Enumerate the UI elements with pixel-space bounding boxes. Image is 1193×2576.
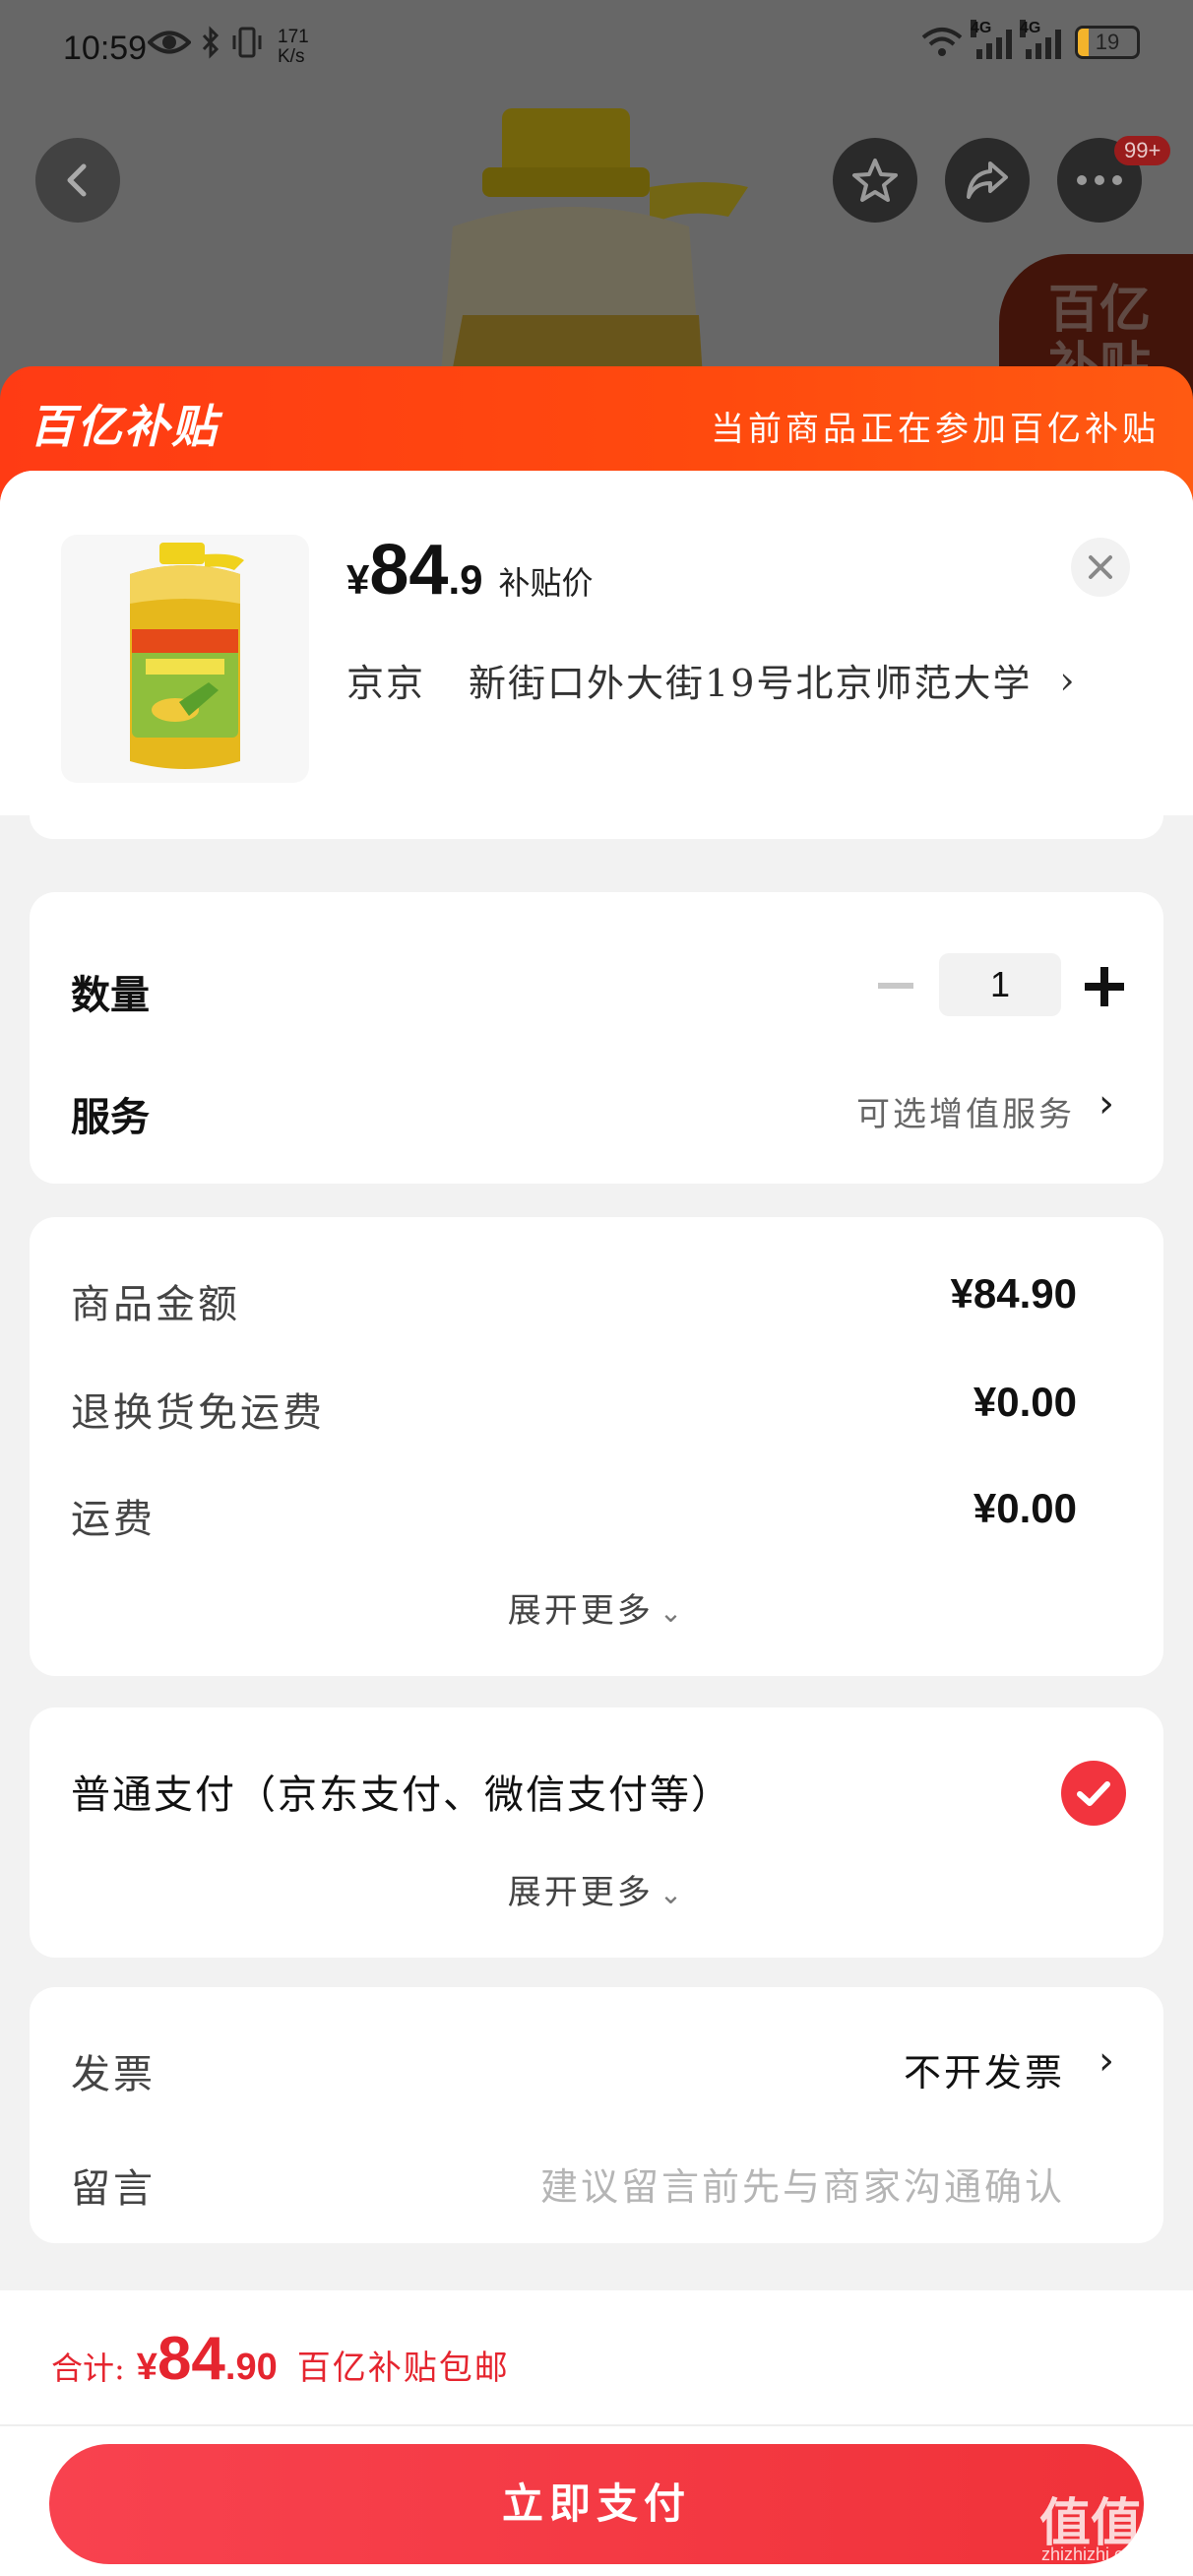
network-speed-unit: K/s (278, 46, 305, 67)
chevron-down-icon: ⌄ (659, 1596, 686, 1629)
eye-icon (148, 31, 191, 54)
share-icon (967, 161, 1008, 199)
expand-more-label: 展开更多 (507, 1873, 654, 1912)
message-count-badge: 99+ (1114, 136, 1171, 165)
check-icon (1077, 1781, 1110, 1806)
close-icon (1089, 555, 1112, 579)
invoice-value[interactable]: 不开发票 (904, 2042, 1065, 2096)
delivery-address[interactable]: 京京 新街口外大街19号北京师范大学 › (346, 653, 1077, 707)
network-speed: 171 K/s (278, 28, 309, 67)
return-shipping-value: ¥0.00 (973, 1379, 1077, 1425)
chevron-right-icon: › (1059, 658, 1077, 702)
network-speed-value: 171 (278, 27, 309, 47)
order-total: 合计: ¥ 84 .90 百亿补贴包邮 (51, 2324, 510, 2394)
shipping-value: ¥0.00 (973, 1485, 1077, 1531)
service-value[interactable]: 可选增值服务 (856, 1087, 1075, 1135)
goods-amount-value: ¥84.90 (950, 1270, 1077, 1317)
free-shipping-note: 百亿补贴包邮 (296, 2349, 510, 2388)
order-sheet: ¥ 84 .9 补贴价 京京 新街口外大街19号北京师范大学 › 数量 1 服务… (0, 471, 1193, 2576)
payment-expand-more-button[interactable]: 展开更多 ⌄ (30, 1865, 1163, 1913)
payment-method-label[interactable]: 普通支付（京东支付、微信支付等） (71, 1763, 732, 1820)
favorite-button[interactable] (833, 138, 917, 223)
subsidy-price: ¥ 84 .9 补贴价 (346, 530, 594, 611)
more-dots-icon (1077, 175, 1122, 185)
vibrate-icon (232, 27, 262, 58)
pay-now-button[interactable]: 立即支付 (49, 2444, 1144, 2564)
checkout-footer: 合计: ¥ 84 .90 百亿补贴包邮 立即支付 (0, 2290, 1193, 2576)
site-watermark-url: zhizhizhi.com (1041, 2544, 1149, 2564)
battery-level: 19 (1095, 30, 1120, 54)
close-button[interactable] (1071, 538, 1130, 597)
signal-icon: 4G (971, 20, 1012, 59)
subsidy-message: 当前商品正在参加百亿补贴 (711, 410, 1160, 449)
expand-more-button[interactable]: 展开更多 ⌄ (30, 1583, 1163, 1632)
price-integer: 84 (369, 531, 449, 610)
address-detail: 新街口外大街19号北京师范大学 (469, 662, 1033, 705)
product-summary: ¥ 84 .9 补贴价 京京 新街口外大街19号北京师范大学 › (0, 471, 1193, 815)
message-label: 留言 (71, 2166, 156, 2212)
total-label: 合计: (51, 2350, 125, 2387)
return-shipping-label: 退换货免运费 (71, 1390, 325, 1436)
total-integer: 84 (157, 2325, 225, 2393)
status-left-icons (148, 26, 264, 59)
quantity-service-card: 数量 1 服务 可选增值服务 › (30, 892, 1163, 1184)
status-right-icons: 4G 4G 19 (921, 20, 1140, 59)
goods-amount-label: 商品金额 (71, 1282, 240, 1327)
back-button[interactable] (35, 138, 120, 223)
address-city: 京京 (346, 662, 426, 705)
service-label: 服务 (71, 1095, 150, 1140)
payment-selected-check[interactable] (1061, 1761, 1126, 1826)
wifi-icon (921, 28, 963, 56)
bluetooth-icon (202, 26, 220, 59)
share-button[interactable] (945, 138, 1030, 223)
quantity-decrease-button[interactable] (878, 983, 913, 989)
status-time: 10:59 (63, 30, 148, 67)
oil-bottle-image (130, 543, 244, 769)
chevron-down-icon: ⌄ (659, 1878, 686, 1910)
quantity-input[interactable]: 1 (939, 953, 1061, 1016)
invoice-message-card: 发票 不开发票 › 留言 建议留言前先与商家沟通确认 (30, 1987, 1163, 2243)
signal-tag: 4G (971, 20, 992, 37)
footer-divider (0, 2424, 1193, 2426)
payment-card: 普通支付（京东支付、微信支付等） 展开更多 ⌄ (30, 1707, 1163, 1958)
quantity-increase-button[interactable] (1085, 967, 1124, 1006)
battery-icon: 19 (1075, 26, 1140, 59)
chevron-right-icon[interactable]: › (1099, 1081, 1114, 1127)
price-currency: ¥ (346, 556, 370, 603)
quantity-label: 数量 (71, 973, 150, 1018)
chevron-right-icon[interactable]: › (1099, 2038, 1114, 2084)
message-input[interactable]: 建议留言前先与商家沟通确认 (540, 2157, 1065, 2211)
total-currency: ¥ (136, 2347, 157, 2388)
signal-icon: 4G (1020, 20, 1061, 59)
total-decimal: .90 (224, 2347, 278, 2388)
signal-tag: 4G (1020, 20, 1041, 37)
price-label: 补贴价 (498, 564, 594, 602)
product-thumbnail[interactable] (61, 535, 309, 783)
star-icon (852, 159, 898, 202)
status-bar: 10:59 171 K/s 4G 4G 19 (0, 0, 1193, 98)
invoice-label: 发票 (71, 2052, 156, 2097)
subsidy-logo: 百亿补贴 (30, 400, 219, 453)
card-divider (30, 815, 1163, 839)
expand-more-label: 展开更多 (507, 1591, 654, 1631)
price-decimal: .9 (448, 556, 483, 603)
shipping-label: 运费 (71, 1497, 156, 1542)
battery-fill (1078, 29, 1090, 56)
back-arrow-icon (67, 163, 87, 197)
amount-card: 商品金额 ¥84.90 退换货免运费 ¥0.00 运费 ¥0.00 展开更多 ⌄ (30, 1217, 1163, 1676)
